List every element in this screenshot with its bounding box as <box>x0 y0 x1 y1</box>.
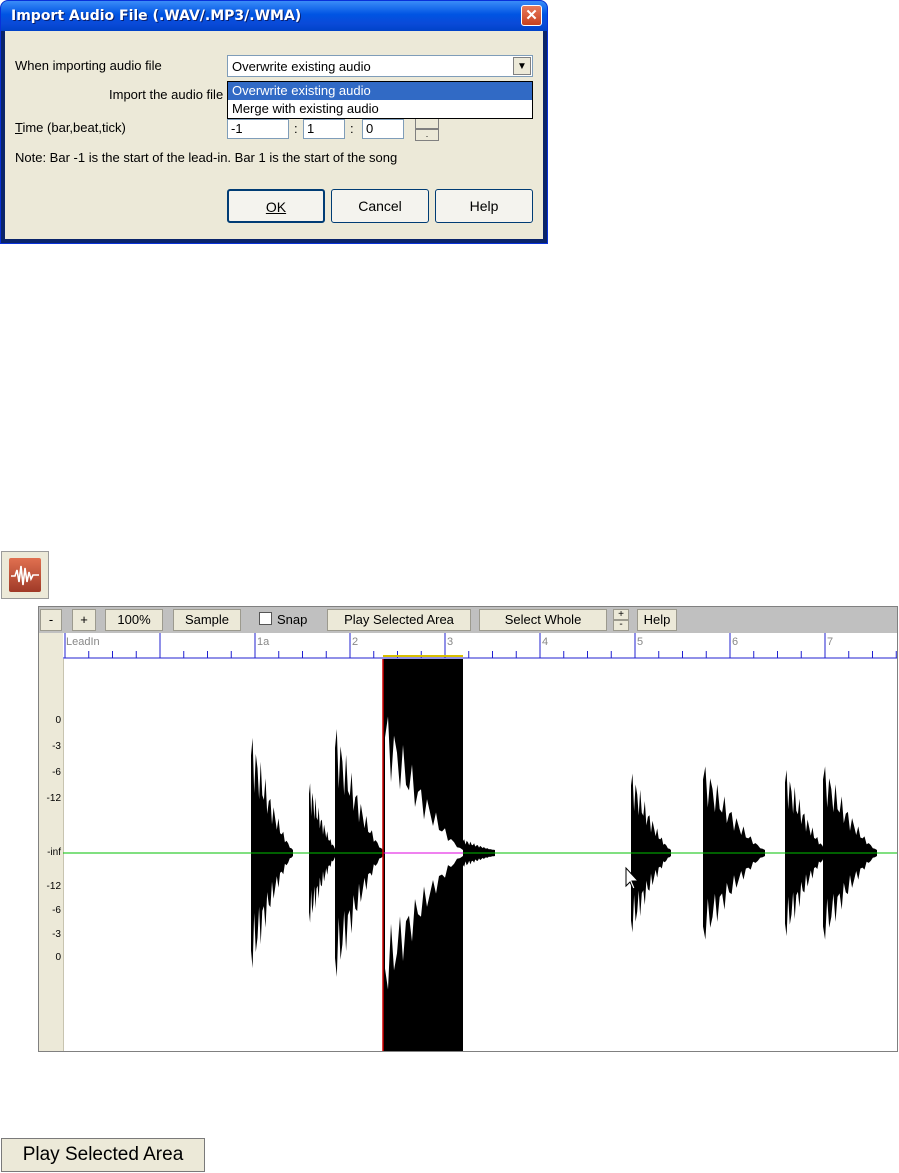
ruler-label: LeadIn <box>66 636 100 648</box>
time-bar-field[interactable]: -1 <box>227 119 289 139</box>
cancel-button[interactable]: Cancel <box>331 189 429 223</box>
import-at-label: Import the audio file <box>109 87 224 102</box>
waveform-area[interactable] <box>63 659 897 1051</box>
help-label: Help <box>469 198 499 214</box>
db-scale: 0 -3 -6 -12 -inf -12 -6 -3 0 <box>39 633 64 1051</box>
db-label: -6 <box>52 905 61 916</box>
snap-checkbox[interactable]: Snap <box>259 610 307 630</box>
play-selected-area-button-large[interactable]: Play Selected Area <box>1 1138 205 1172</box>
db-label: -3 <box>52 741 61 752</box>
snap-label: Snap <box>277 612 308 627</box>
import-mode-label: When importing audio file <box>15 58 162 73</box>
option-overwrite[interactable]: Overwrite existing audio <box>228 82 532 100</box>
time-label-rest: ime (bar,beat,tick) <box>22 120 126 135</box>
spin-down-icon[interactable]: - <box>613 620 629 631</box>
waveform <box>63 659 897 1051</box>
ruler-label: 3 <box>447 636 454 648</box>
help-button[interactable]: Help <box>435 189 533 223</box>
ruler-label: 4 <box>542 636 549 648</box>
ruler-label: 7 <box>827 636 834 648</box>
editor-help-button[interactable]: Help <box>637 609 677 631</box>
play-selected-area-button[interactable]: Play Selected Area <box>327 609 471 631</box>
chevron-down-icon[interactable]: ▼ <box>513 57 531 75</box>
import-audio-dialog: Import Audio File (.WAV/.MP3/.WMA) ✕ Whe… <box>0 0 548 244</box>
select-whole-button[interactable]: Select Whole <box>479 609 607 631</box>
time-beat-field[interactable]: 1 <box>303 119 345 139</box>
checkbox-icon <box>259 612 272 625</box>
db-label: -inf <box>47 847 61 858</box>
sample-button[interactable]: Sample <box>173 609 241 631</box>
db-label: -3 <box>52 929 61 940</box>
db-label: 0 <box>55 952 61 963</box>
ruler-label: 1a <box>257 636 270 648</box>
time-tick-field[interactable]: 0 <box>362 119 404 139</box>
ruler-ticks <box>63 633 897 659</box>
cancel-label: Cancel <box>358 198 402 214</box>
db-label: -12 <box>46 793 61 804</box>
time-separator: : <box>294 121 298 136</box>
import-mode-select[interactable]: Overwrite existing audio ▼ <box>227 55 533 77</box>
dialog-body: When importing audio file Overwrite exis… <box>5 31 543 239</box>
db-label: -12 <box>46 881 61 892</box>
db-label: -6 <box>52 767 61 778</box>
ruler-label: 6 <box>732 636 739 648</box>
ok-label: OK <box>265 199 287 215</box>
close-icon[interactable]: ✕ <box>521 5 542 26</box>
option-merge[interactable]: Merge with existing audio <box>228 100 532 118</box>
zoom-out-button[interactable]: - <box>40 609 62 631</box>
zoom-spinner[interactable]: + - <box>613 609 629 631</box>
ok-button[interactable]: OK <box>227 189 325 223</box>
time-label: Time (bar,beat,tick) <box>15 120 126 135</box>
waveform-icon <box>9 558 41 592</box>
bar-ruler[interactable]: LeadIn 1a 2 3 4 5 6 7 <box>63 633 897 659</box>
import-mode-value: Overwrite existing audio <box>232 59 371 74</box>
zoom-in-button[interactable]: + <box>72 609 96 631</box>
ruler-label: 5 <box>637 636 644 648</box>
time-separator: : <box>350 121 354 136</box>
import-mode-dropdown: Overwrite existing audio Merge with exis… <box>227 81 533 119</box>
dialog-titlebar[interactable]: Import Audio File (.WAV/.MP3/.WMA) ✕ <box>1 1 547 31</box>
audio-edit-icon[interactable] <box>1 551 49 599</box>
note-text: Note: Bar -1 is the start of the lead-in… <box>15 150 398 165</box>
audio-editor: - + 100% Sample Snap Play Selected Area … <box>38 606 898 1052</box>
editor-toolbar: - + 100% Sample Snap Play Selected Area … <box>39 607 897 633</box>
dialog-title: Import Audio File (.WAV/.MP3/.WMA) <box>11 8 302 24</box>
ruler-label: 2 <box>352 636 359 648</box>
zoom-100-button[interactable]: 100% <box>105 609 163 631</box>
db-label: 0 <box>55 715 61 726</box>
spin-down-icon[interactable]: . <box>415 129 439 141</box>
time-spinner[interactable]: ˙ . <box>415 117 439 143</box>
